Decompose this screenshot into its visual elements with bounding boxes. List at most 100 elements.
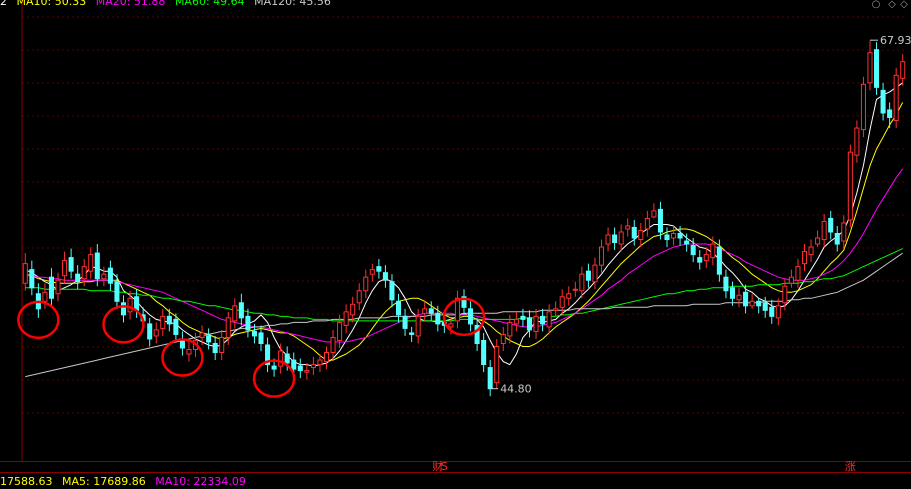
candle <box>461 289 467 315</box>
candle-body-up <box>893 74 899 121</box>
candle <box>716 239 722 282</box>
candle <box>238 293 244 326</box>
candle <box>199 325 205 345</box>
candle-body-down <box>29 269 35 289</box>
candle <box>756 298 762 314</box>
candle-body-down <box>762 302 768 311</box>
candle-body-down <box>697 257 703 263</box>
candle-body-up <box>625 225 631 230</box>
candle <box>572 281 578 297</box>
candle-body-up <box>572 288 578 291</box>
candle-body-up <box>81 266 87 280</box>
candle <box>278 343 284 374</box>
candle <box>841 215 847 249</box>
settings-icon[interactable]: ○ <box>871 0 881 10</box>
candle-body-up <box>546 311 552 328</box>
candle <box>474 317 480 352</box>
candle-body-down <box>271 365 277 370</box>
candle-body-up <box>323 352 330 363</box>
candle <box>179 331 185 356</box>
candle-body-up <box>592 264 598 283</box>
candle-body-up <box>618 231 624 245</box>
candle-body-up <box>350 303 356 316</box>
candle-body-up <box>127 297 133 313</box>
candle-body-down <box>612 234 618 244</box>
candle-body-down <box>147 323 153 340</box>
candle <box>415 308 421 344</box>
candle-body-up <box>153 329 159 337</box>
candle-body-down <box>382 272 388 281</box>
candle-body-up <box>454 297 460 322</box>
candle <box>297 358 303 379</box>
candle-body-down <box>540 315 546 325</box>
candle <box>697 250 703 270</box>
diamond-icon[interactable]: ◇ <box>887 0 897 10</box>
candle-body-up <box>795 266 801 281</box>
candle <box>533 308 539 339</box>
candle-body-down <box>684 240 690 245</box>
candle-body-up <box>219 336 225 354</box>
candle <box>127 290 133 320</box>
annotation-label: 67.93 <box>880 34 911 47</box>
candle-body-up <box>847 151 853 221</box>
candle <box>559 289 565 315</box>
collapse-icon[interactable]: ◇ <box>899 0 909 10</box>
candle <box>265 337 271 373</box>
candle <box>468 301 474 332</box>
candle-body-up <box>900 61 906 79</box>
candle-body-down <box>120 302 127 316</box>
candle-body-up <box>801 251 808 265</box>
candle-body-up <box>553 308 559 311</box>
candle-body-down <box>585 270 591 281</box>
candle-body-down <box>880 89 886 114</box>
candle-body-up <box>369 269 375 275</box>
candle-body-down <box>828 217 834 233</box>
candle-body-down <box>75 273 81 283</box>
candlestick-chart[interactable]: 44.8067.93 财S 涨 <box>0 0 911 486</box>
candle <box>638 222 644 248</box>
candle-body-down <box>284 353 290 364</box>
candle <box>389 274 395 308</box>
candle-body-up <box>507 321 513 337</box>
candle-body-up <box>651 210 657 218</box>
candle-body-down <box>245 315 251 331</box>
ma10-line <box>25 102 904 361</box>
candle <box>454 290 460 329</box>
candle-body-up <box>749 300 755 307</box>
candle-body-down <box>48 276 54 299</box>
candle-body-down <box>402 315 408 329</box>
candle-body-down <box>520 315 526 320</box>
candle-body-up <box>782 285 788 304</box>
candle <box>153 322 159 344</box>
candle <box>55 272 61 302</box>
candle-body-up <box>500 333 506 344</box>
candle-body-down <box>526 317 533 331</box>
candle-body-up <box>330 336 336 354</box>
volume-ma5-legend: MA5: 17689.86 <box>62 475 146 488</box>
candle-body-up <box>736 294 742 301</box>
candle <box>500 326 506 352</box>
candle <box>598 239 605 273</box>
candle-body-down <box>664 234 670 241</box>
candle-body-up <box>310 364 316 369</box>
candle <box>546 304 552 335</box>
candle <box>29 260 35 296</box>
ma10-legend: MA10: 50.33 <box>16 0 87 8</box>
candle-body-up <box>22 263 28 284</box>
candle-body-down <box>389 281 395 301</box>
candle <box>788 269 794 288</box>
candle-body-up <box>225 317 231 338</box>
candle-body-up <box>860 83 866 131</box>
candle <box>743 284 749 314</box>
candle-body-down <box>409 332 415 335</box>
candle-body-up <box>644 217 650 230</box>
candle <box>585 263 591 288</box>
candle-body-up <box>304 370 310 373</box>
candle <box>304 363 310 380</box>
ma5-tail-value: 2 <box>0 0 7 8</box>
candle-body-down <box>716 246 722 275</box>
candle <box>513 311 519 332</box>
candle <box>854 120 860 163</box>
candle <box>42 283 48 309</box>
candle-body-up <box>598 246 605 266</box>
